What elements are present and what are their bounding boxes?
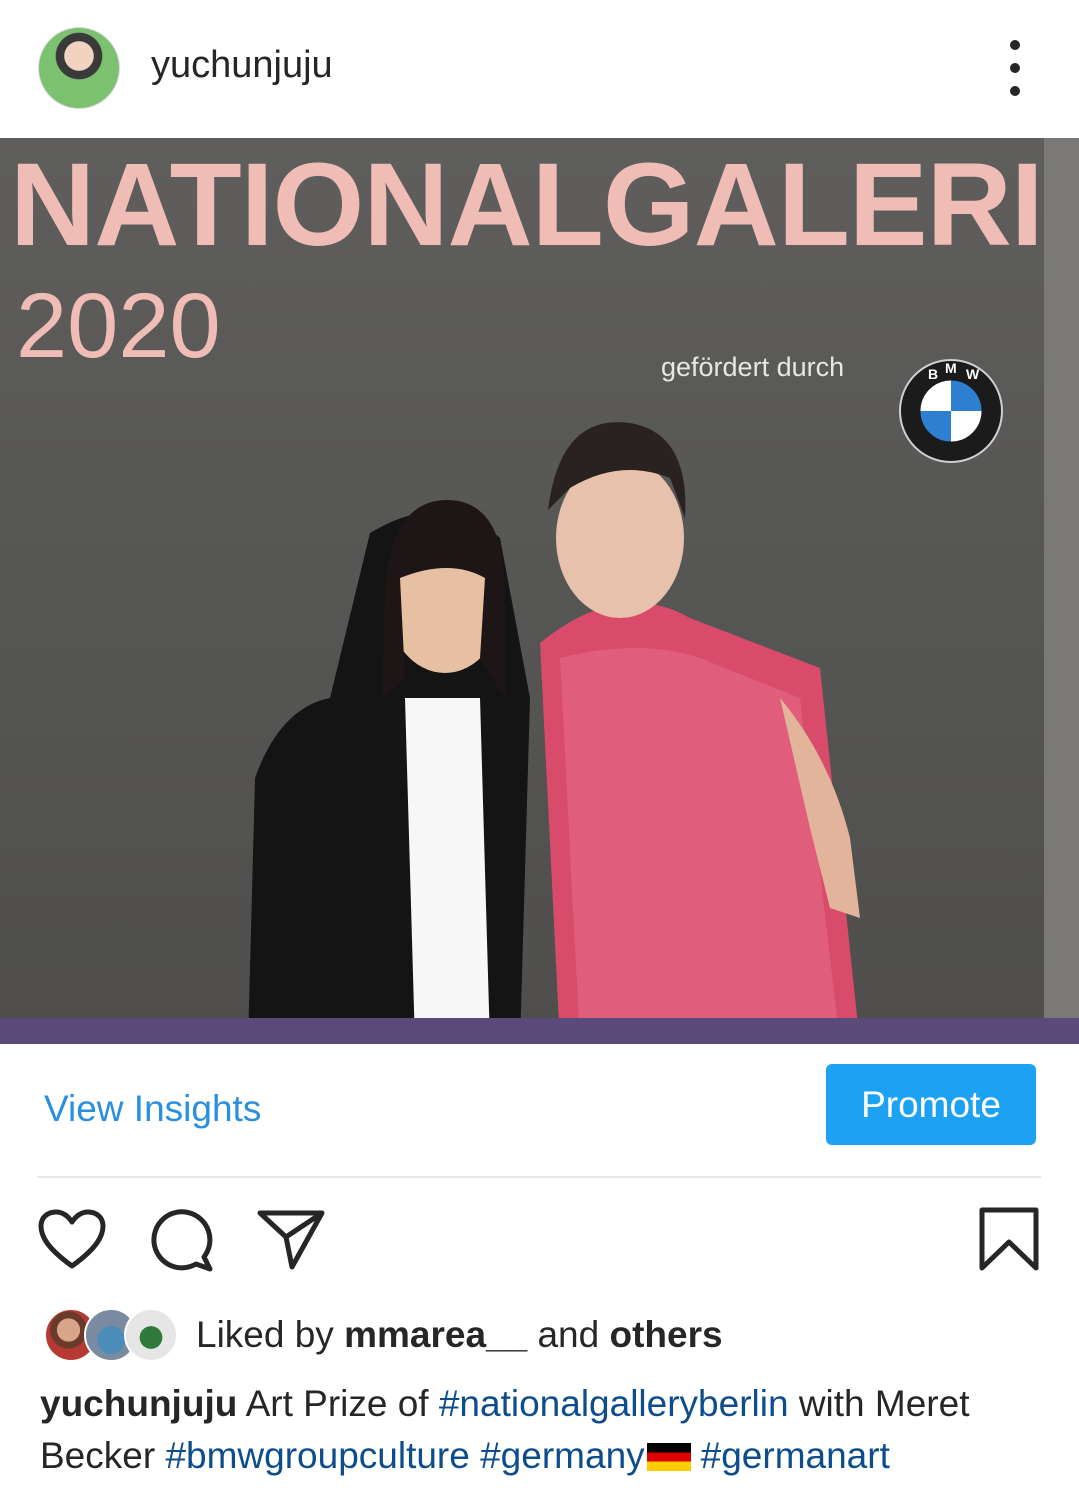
- more-options-icon[interactable]: [995, 40, 1035, 96]
- likes-others[interactable]: others: [609, 1314, 722, 1355]
- post-header: yuchunjuju: [0, 0, 1079, 138]
- heart-icon[interactable]: [37, 1208, 107, 1272]
- divider: [38, 1176, 1041, 1178]
- likes-and: and: [537, 1314, 600, 1355]
- share-icon[interactable]: [256, 1207, 326, 1271]
- people-photo: [248, 422, 860, 1044]
- hashtag-link[interactable]: #germany: [480, 1435, 645, 1476]
- liker-username[interactable]: mmarea__: [344, 1314, 527, 1355]
- wall-edge: [1044, 138, 1079, 1044]
- likes-summary[interactable]: Liked by mmarea__ and others: [196, 1314, 723, 1356]
- likes-prefix: Liked by: [196, 1314, 334, 1355]
- avatar: [124, 1308, 178, 1362]
- promote-button[interactable]: Promote: [826, 1064, 1036, 1145]
- hashtag-link[interactable]: #nationalgalleryberlin: [439, 1383, 789, 1424]
- liker-avatars[interactable]: [44, 1308, 178, 1362]
- post-caption: yuchunjuju Art Prize of #nationalgallery…: [40, 1378, 1040, 1482]
- hashtag-link[interactable]: #bmwgroupculture: [165, 1435, 469, 1476]
- bookmark-icon[interactable]: [978, 1206, 1040, 1272]
- hashtag-link[interactable]: #germanart: [701, 1435, 890, 1476]
- post-photo[interactable]: NATIONALGALERIE 2020 gefördert durch B M…: [0, 138, 1079, 1044]
- germany-flag-icon: [646, 1443, 691, 1471]
- caption-text: Art Prize of: [245, 1383, 429, 1424]
- caption-username[interactable]: yuchunjuju: [40, 1383, 237, 1424]
- floor: [0, 1018, 1079, 1044]
- post-username[interactable]: yuchunjuju: [151, 44, 333, 87]
- view-insights-link[interactable]: View Insights: [44, 1088, 261, 1130]
- comment-icon[interactable]: [148, 1207, 216, 1273]
- profile-avatar[interactable]: [38, 27, 120, 109]
